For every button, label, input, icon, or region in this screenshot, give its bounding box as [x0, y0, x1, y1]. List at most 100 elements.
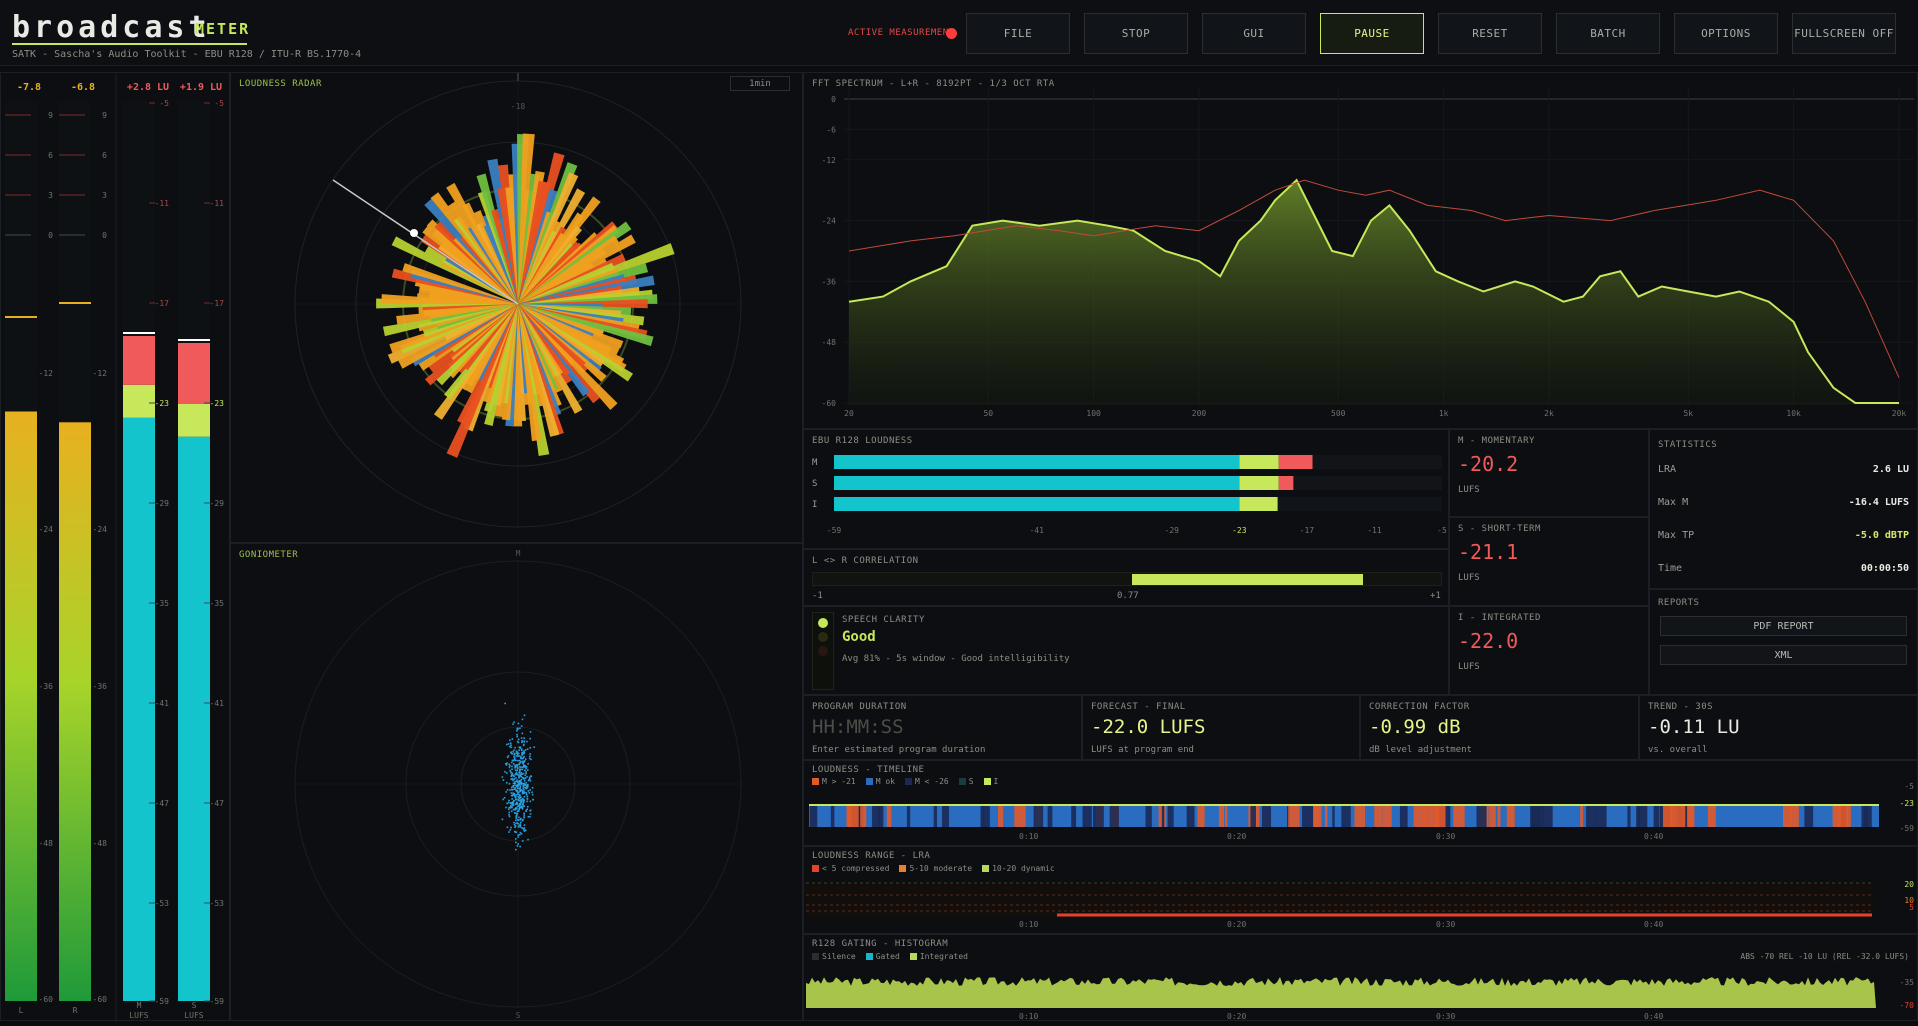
- r-channel-label: R: [73, 1006, 78, 1015]
- gonio-point: [521, 768, 524, 771]
- program-duration-card: PROGRAM DURATION HH:MM:SS Enter estimate…: [803, 695, 1082, 760]
- toolbar-button-pause[interactable]: PAUSE: [1320, 13, 1424, 54]
- gonio-point: [517, 755, 519, 757]
- timeline-segment: [1145, 805, 1152, 827]
- gonio-point: [529, 747, 532, 749]
- toolbar-button-gui[interactable]: GUI: [1202, 13, 1306, 54]
- gonio-point: [523, 824, 526, 826]
- timeline-segment: [1288, 805, 1300, 827]
- timeline-segment: [1627, 805, 1631, 827]
- momentary-value: -20.2: [1458, 452, 1519, 476]
- gonio-point: [512, 792, 515, 795]
- gonio-point: [523, 740, 525, 742]
- timeline-segment: [847, 805, 859, 827]
- gonio-point: [521, 819, 524, 822]
- gonio-point: [524, 783, 526, 786]
- gonio-point: [519, 727, 521, 730]
- stat-key: Time: [1658, 563, 1683, 574]
- fft-x-label: 20: [844, 409, 854, 418]
- ebu-scale-label: -11: [1367, 526, 1382, 535]
- toolbar-button-options[interactable]: OPTIONS: [1674, 13, 1778, 54]
- gonio-point: [512, 763, 515, 765]
- gonio-point: [516, 769, 519, 772]
- ebu-bar-cyan: [834, 476, 1240, 490]
- shortterm-readout: S - SHORT-TERM -21.1 LUFS: [1449, 517, 1649, 606]
- gonio-point: [520, 756, 522, 758]
- toolbar-button-file[interactable]: FILE: [966, 13, 1070, 54]
- gonio-point: [501, 818, 504, 821]
- momentary-readout: M - MOMENTARY -20.2 LUFS: [1449, 429, 1649, 517]
- toolbar-button-reset[interactable]: RESET: [1438, 13, 1542, 54]
- stat-value: -5.0 dBTP: [1854, 530, 1909, 541]
- gonio-point: [519, 826, 522, 828]
- program-duration-input[interactable]: HH:MM:SS: [812, 716, 904, 738]
- gonio-point: [516, 733, 518, 736]
- gonio-point: [508, 815, 511, 818]
- gonio-point: [514, 769, 517, 771]
- gonio-point: [514, 746, 517, 749]
- gonio-point: [527, 785, 529, 788]
- pdf-report-button[interactable]: PDF REPORT: [1660, 616, 1907, 636]
- gonio-point: [516, 791, 519, 793]
- gonio-point: [526, 783, 529, 786]
- gonio-point: [527, 779, 530, 782]
- gonio-point: [509, 789, 511, 791]
- peak-tick-label: 6: [102, 151, 107, 160]
- ebu-bars-svg: M S I -59 -41 -29 -23 -17 -11 -5: [812, 455, 1447, 535]
- timeline-x-label: 0:30: [1436, 832, 1455, 841]
- timeline-segment: [1506, 805, 1515, 827]
- fft-y-label: -36: [822, 277, 837, 286]
- gonio-point: [513, 775, 515, 778]
- timeline-segment: [1836, 805, 1849, 827]
- gonio-point: [517, 738, 520, 741]
- clarity-green-light-icon: [818, 618, 828, 628]
- gonio-point: [524, 769, 526, 772]
- gonio-point: [516, 845, 519, 847]
- timeline-segment: [1653, 805, 1659, 827]
- gonio-point: [508, 811, 511, 814]
- l-peak-value: -7.8: [17, 82, 41, 93]
- timeline-segment: [1382, 805, 1392, 827]
- gonio-point: [509, 745, 511, 748]
- gonio-point: [514, 765, 517, 768]
- gonio-point: [508, 799, 510, 802]
- gonio-point: [518, 784, 521, 786]
- gonio-point: [519, 821, 522, 824]
- gonio-point: [516, 789, 519, 792]
- gonio-point: [516, 812, 519, 815]
- timeline-segment: [998, 805, 1004, 827]
- timeline-segment: [1413, 805, 1426, 827]
- ebu-row-label: S: [812, 479, 817, 489]
- toolbar-button-fullscreen-off[interactable]: FULLSCREEN OFF: [1792, 13, 1896, 54]
- gonio-point: [507, 743, 510, 745]
- peak-tick-label: 3: [102, 191, 107, 200]
- gonio-point: [523, 801, 525, 803]
- clarity-yellow-light-icon: [818, 632, 828, 642]
- gonio-point: [511, 798, 513, 800]
- gonio-point: [515, 773, 517, 776]
- gonio-point: [508, 782, 511, 785]
- toolbar-button-batch[interactable]: BATCH: [1556, 13, 1660, 54]
- gonio-point: [523, 812, 525, 815]
- gonio-point: [512, 782, 515, 784]
- m-lu-value: +2.8 LU: [127, 82, 169, 93]
- gonio-point: [513, 757, 516, 760]
- ebu-scale-label: -17: [1300, 526, 1315, 535]
- gonio-point: [530, 775, 533, 778]
- stat-row-max-tp: Max TP -5.0 dBTP: [1658, 530, 1909, 541]
- reports-title: REPORTS: [1658, 598, 1700, 608]
- lufs-tick-label: -35: [155, 599, 170, 608]
- toolbar-button-stop[interactable]: STOP: [1084, 13, 1188, 54]
- timeline-segment: [1082, 805, 1092, 827]
- gonio-point: [524, 829, 527, 832]
- app-logo-sub: METER: [195, 20, 251, 38]
- stat-key: Max M: [1658, 497, 1689, 508]
- timeline-segment: [1688, 805, 1695, 827]
- peak-tick-label: -48: [39, 839, 54, 848]
- timeline-segment: [1476, 805, 1487, 827]
- lufs-bar-cyan: [123, 417, 155, 1001]
- loudness-timeline-panel: LOUDNESS - TIMELINE M > -21 M ok M < -26…: [803, 760, 1918, 846]
- gonio-point: [512, 750, 514, 753]
- xml-report-button[interactable]: XML: [1660, 645, 1907, 665]
- fft-x-label: 20k: [1892, 409, 1907, 418]
